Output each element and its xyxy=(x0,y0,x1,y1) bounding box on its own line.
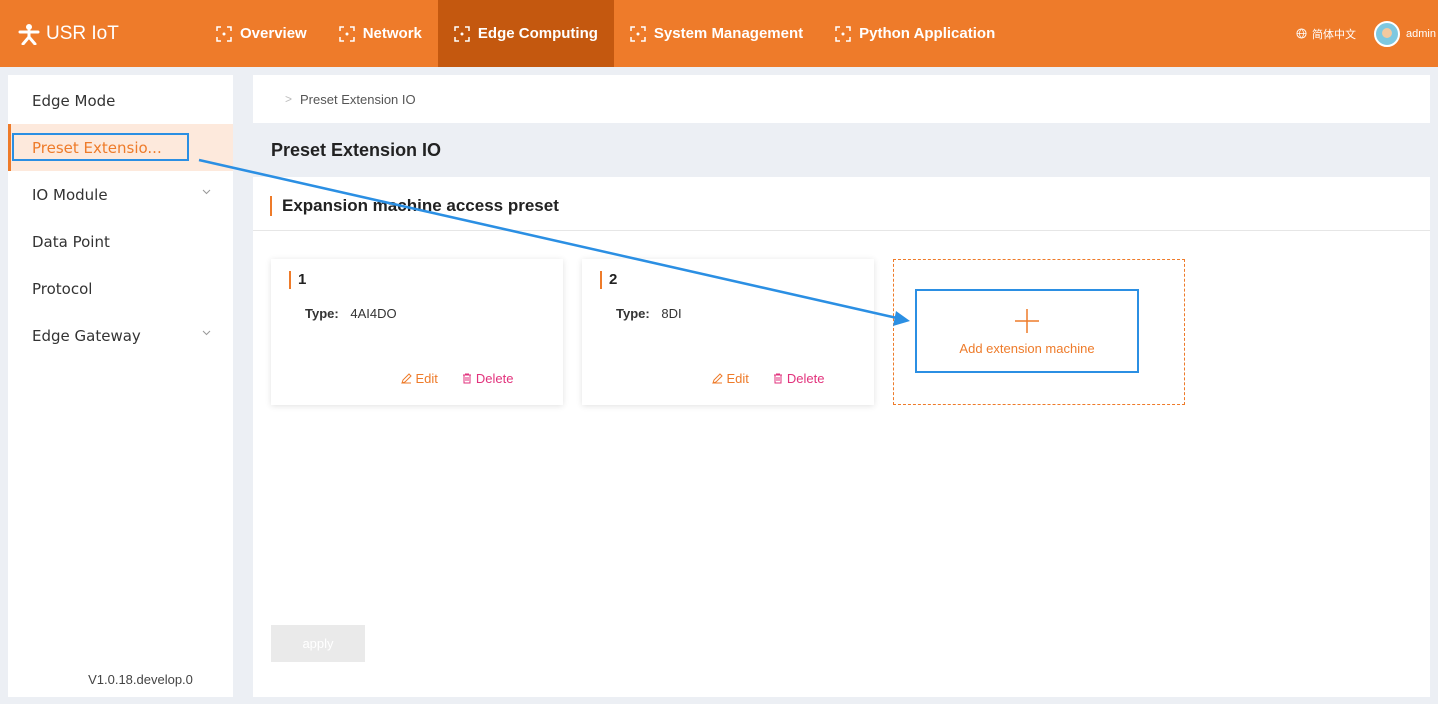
add-extension-button[interactable]: Add extension machine xyxy=(915,289,1139,373)
nav-bracket-icon xyxy=(338,25,355,42)
avatar[interactable] xyxy=(1374,20,1401,47)
edit-button[interactable]: Edit xyxy=(400,371,438,386)
delete-button[interactable]: Delete xyxy=(773,371,825,386)
add-extension-label: Add extension machine xyxy=(959,340,1095,356)
delete-button[interactable]: Delete xyxy=(462,371,514,386)
sidebar-item-data-point[interactable]: Data Point xyxy=(8,218,233,265)
nav-bracket-icon xyxy=(216,25,232,42)
nav-python-application-label: Python Application xyxy=(859,25,996,42)
sidebar: Edge Mode Preset Extensio... IO Module D… xyxy=(8,75,233,697)
nav-bracket-icon xyxy=(454,25,470,42)
card-type-value: 8DI xyxy=(661,306,682,321)
delete-label: Delete xyxy=(786,371,825,386)
sidebar-item-label: Edge Mode xyxy=(32,91,116,110)
section-divider xyxy=(253,230,1430,231)
nav-bracket-icon xyxy=(835,25,851,42)
nav-overview-label: Overview xyxy=(240,25,307,42)
card-actions: Edit Delete xyxy=(582,371,874,386)
language-switch[interactable]: 简体中文 xyxy=(1296,26,1356,42)
sidebar-item-label: Protocol xyxy=(32,279,93,298)
pencil-icon xyxy=(400,373,412,384)
usr-logo-icon xyxy=(18,23,40,45)
sidebar-item-protocol[interactable]: Protocol xyxy=(8,265,233,312)
page-title: Preset Extension IO xyxy=(253,123,1430,177)
nav-system-management-label: System Management xyxy=(653,25,804,42)
page-title-text: Preset Extension IO xyxy=(271,139,442,160)
card-number: 1 xyxy=(289,271,306,289)
edit-label: Edit xyxy=(726,371,749,386)
nav-edge-computing[interactable]: Edge Computing xyxy=(437,0,614,67)
username[interactable]: admin xyxy=(1406,28,1436,40)
sidebar-item-label: Data Point xyxy=(32,232,110,251)
breadcrumb: > Preset Extension IO xyxy=(253,75,1430,123)
highlight-box xyxy=(12,133,189,161)
delete-label: Delete xyxy=(475,371,514,386)
nav-network-label: Network xyxy=(362,25,422,42)
sidebar-item-label: Edge Gateway xyxy=(32,326,141,345)
trash-icon xyxy=(462,373,471,384)
extension-card-2: 2 Type: 8DI Edit Delete xyxy=(582,259,874,405)
edit-label: Edit xyxy=(415,371,438,386)
edit-button[interactable]: Edit xyxy=(711,371,749,386)
main-content: Expansion machine access preset 1 Type: … xyxy=(253,177,1430,697)
nav-python-application[interactable]: Python Application xyxy=(819,0,1011,67)
brand-logo[interactable]: USR IoT xyxy=(0,23,200,45)
nav-bracket-icon xyxy=(630,25,646,42)
card-actions: Edit Delete xyxy=(271,371,563,386)
chevron-down-icon xyxy=(202,189,211,195)
section-title: Expansion machine access preset xyxy=(270,196,559,216)
sidebar-item-label: IO Module xyxy=(32,185,108,204)
chevron-down-icon xyxy=(202,330,211,336)
plus-icon xyxy=(1015,308,1039,333)
sidebar-item-edge-mode[interactable]: Edge Mode xyxy=(8,77,233,124)
trash-icon xyxy=(773,373,782,384)
main-nav: Overview Network Edge Computing System M… xyxy=(200,0,1011,67)
card-type: Type: 8DI xyxy=(616,306,682,321)
nav-network[interactable]: Network xyxy=(323,0,438,67)
card-number: 2 xyxy=(600,271,617,289)
breadcrumb-separator-icon: > xyxy=(285,92,293,106)
nav-edge-computing-label: Edge Computing xyxy=(477,25,598,42)
nav-system-management[interactable]: System Management xyxy=(614,0,819,67)
sidebar-item-io-module[interactable]: IO Module xyxy=(8,171,233,218)
brand-name: USR IoT xyxy=(46,22,119,44)
top-navbar: USR IoT Overview Network Edge Computing … xyxy=(0,0,1438,67)
sidebar-item-edge-gateway[interactable]: Edge Gateway xyxy=(8,312,233,359)
globe-icon xyxy=(1296,28,1307,39)
extension-card-1: 1 Type: 4AI4DO Edit Delete xyxy=(271,259,563,405)
version-label: V1.0.18.develop.0 xyxy=(88,672,193,687)
card-type: Type: 4AI4DO xyxy=(305,306,397,321)
nav-overview[interactable]: Overview xyxy=(200,0,323,67)
language-label: 简体中文 xyxy=(1312,28,1357,41)
card-type-label: Type: xyxy=(616,306,650,321)
card-type-label: Type: xyxy=(305,306,339,321)
pencil-icon xyxy=(711,373,723,384)
breadcrumb-current: Preset Extension IO xyxy=(300,91,416,107)
apply-button[interactable]: apply xyxy=(271,625,365,662)
card-type-value: 4AI4DO xyxy=(350,306,397,321)
user-area: 简体中文 admin xyxy=(1296,0,1438,67)
